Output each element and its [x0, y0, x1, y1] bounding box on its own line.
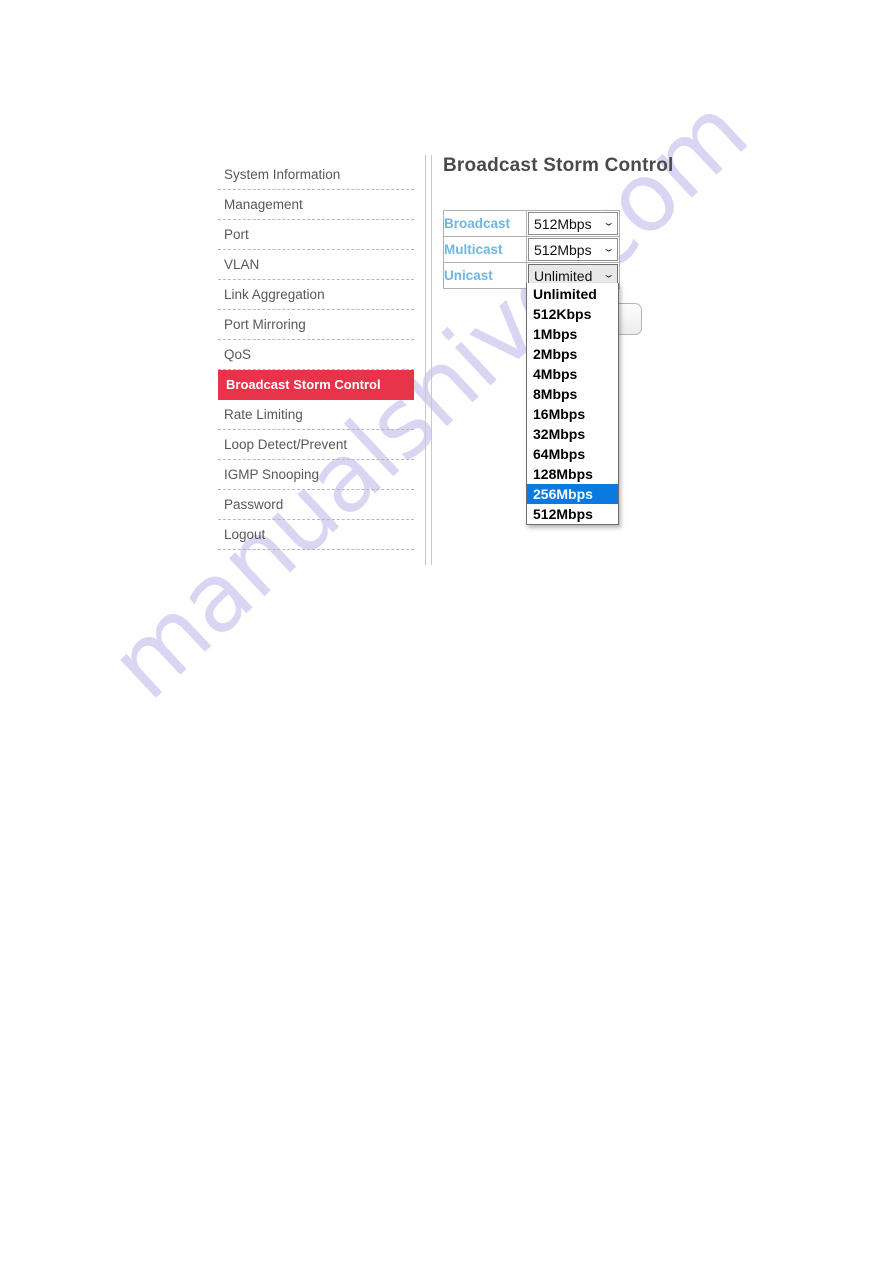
multicast-label: Multicast — [443, 236, 527, 263]
sidebar-item-system-information[interactable]: System Information — [218, 160, 414, 190]
dropdown-option[interactable]: 4Mbps — [527, 364, 618, 384]
sidebar-nav: System Information Management Port VLAN Link… — [218, 160, 414, 550]
sidebar-item-password[interactable]: Password — [218, 490, 414, 520]
sidebar-item-link-aggregation[interactable]: Link Aggregation — [218, 280, 414, 310]
page-title: Broadcast Storm Control — [443, 155, 674, 176]
panel-divider-left — [425, 155, 426, 565]
dropdown-option[interactable]: 256Mbps — [527, 484, 618, 504]
unicast-label: Unicast — [443, 262, 527, 289]
sidebar-item-vlan[interactable]: VLAN — [218, 250, 414, 280]
multicast-rate-value: 512Mbps — [534, 241, 592, 258]
sidebar-item-port-mirroring[interactable]: Port Mirroring — [218, 310, 414, 340]
dropdown-option[interactable]: 1Mbps — [527, 324, 618, 344]
dropdown-option[interactable]: 64Mbps — [527, 444, 618, 464]
sidebar-item-logout[interactable]: Logout — [218, 520, 414, 550]
sidebar-item-igmp-snooping[interactable]: IGMP Snooping — [218, 460, 414, 490]
dropdown-option[interactable]: 2Mbps — [527, 344, 618, 364]
broadcast-select-cell: 512Mbps ⌄ — [526, 210, 620, 237]
multicast-rate-select[interactable]: 512Mbps ⌄ — [528, 238, 618, 261]
dropdown-option[interactable]: Unlimited — [527, 284, 618, 304]
chevron-down-icon: ⌄ — [602, 243, 615, 255]
table-row: Multicast 512Mbps ⌄ — [443, 236, 620, 263]
content-panel: Broadcast Storm Control Broadcast 512Mbps… — [440, 155, 680, 289]
broadcast-rate-select[interactable]: 512Mbps ⌄ — [528, 212, 618, 235]
storm-control-table: Broadcast 512Mbps ⌄ Multicast 512Mbps ⌄ Unicas… — [443, 210, 620, 289]
unicast-dropdown-options[interactable]: Unlimited 512Kbps 1Mbps 2Mbps 4Mbps 8Mbps 16Mb… — [526, 283, 619, 525]
multicast-select-cell: 512Mbps ⌄ — [526, 236, 620, 263]
chevron-down-icon: ⌄ — [602, 269, 615, 281]
sidebar-item-broadcast-storm-control[interactable]: Broadcast Storm Control — [218, 370, 414, 400]
dropdown-option[interactable]: 16Mbps — [527, 404, 618, 424]
sidebar-item-management[interactable]: Management — [218, 190, 414, 220]
broadcast-rate-value: 512Mbps — [534, 215, 592, 232]
sidebar-item-loop-detect-prevent[interactable]: Loop Detect/Prevent — [218, 430, 414, 460]
sidebar-item-port[interactable]: Port — [218, 220, 414, 250]
broadcast-label: Broadcast — [443, 210, 527, 237]
panel-divider-right — [431, 155, 432, 565]
dropdown-option[interactable]: 128Mbps — [527, 464, 618, 484]
dropdown-option[interactable]: 512Kbps — [527, 304, 618, 324]
table-row: Broadcast 512Mbps ⌄ — [443, 210, 620, 237]
apply-button[interactable] — [616, 303, 642, 335]
dropdown-option[interactable]: 512Mbps — [527, 504, 618, 524]
unicast-rate-value: Unlimited — [534, 267, 593, 284]
dropdown-option[interactable]: 32Mbps — [527, 424, 618, 444]
sidebar-item-qos[interactable]: QoS — [218, 340, 414, 370]
dropdown-option[interactable]: 8Mbps — [527, 384, 618, 404]
chevron-down-icon: ⌄ — [602, 217, 615, 229]
sidebar-item-rate-limiting[interactable]: Rate Limiting — [218, 400, 414, 430]
